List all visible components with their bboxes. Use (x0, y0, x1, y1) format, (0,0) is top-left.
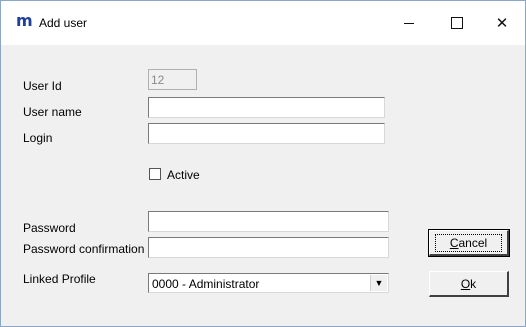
close-button[interactable]: ✕ (479, 1, 525, 45)
close-icon: ✕ (495, 14, 509, 32)
login-label: Login (23, 131, 53, 145)
password-label: Password (23, 221, 76, 235)
user-name-label: User name (23, 105, 82, 119)
maximize-icon (451, 17, 463, 29)
title-bar: m Add user ✕ (1, 1, 525, 45)
ok-button[interactable]: Ok (429, 271, 509, 297)
add-user-dialog: m Add user ✕ User Id User name Login Act… (0, 0, 526, 327)
linked-profile-value: 0000 - Administrator (152, 277, 260, 291)
minimize-icon (404, 22, 414, 24)
login-field[interactable] (148, 123, 385, 144)
user-id-field (148, 69, 197, 90)
password-confirmation-label: Password confirmation (23, 242, 145, 256)
window-title: Add user (39, 16, 88, 30)
linked-profile-label: Linked Profile (23, 272, 96, 286)
dropdown-arrow-icon[interactable]: ▼ (370, 275, 387, 291)
user-name-field[interactable] (148, 97, 385, 118)
password-confirmation-field[interactable] (148, 237, 389, 258)
minimize-button[interactable] (386, 1, 432, 45)
maximize-button[interactable] (434, 1, 480, 45)
password-field[interactable] (148, 211, 389, 232)
app-logo-icon: m (16, 11, 33, 30)
linked-profile-select[interactable]: 0000 - Administrator ▼ (148, 273, 389, 293)
cancel-button-label: Cancel (434, 233, 503, 252)
ok-button-label: Ok (460, 276, 477, 291)
active-label[interactable]: Active (167, 168, 200, 182)
active-checkbox[interactable] (149, 168, 161, 180)
cancel-button[interactable]: Cancel (428, 229, 510, 257)
user-id-label: User Id (23, 79, 62, 93)
